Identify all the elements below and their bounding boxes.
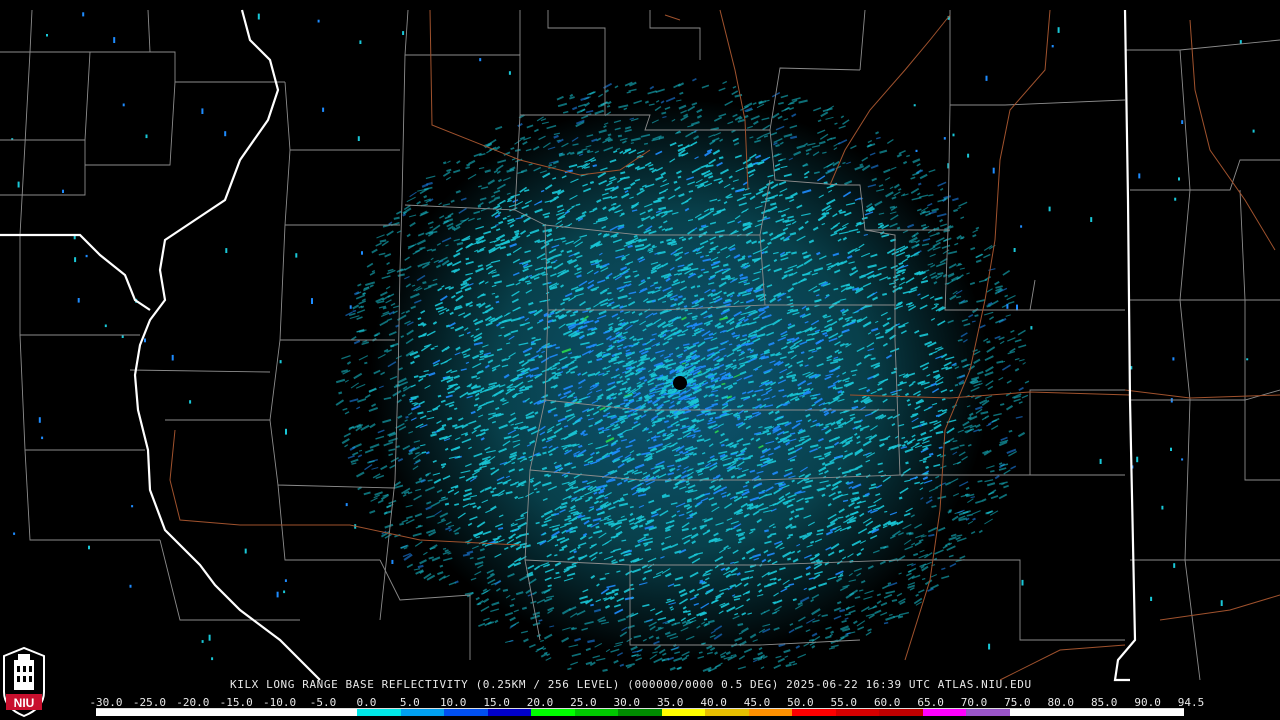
colorbar-segment [922,709,967,716]
colorbar-segment [139,709,184,716]
colorbar-segment [1140,709,1184,716]
colorbar-segment [357,709,401,716]
reflectivity-scale-labels: -30.0 -25.0 -20.0 -15.0 -10.0 -5.0 0.0 5.0 10.0 1… [89,696,1204,709]
colorbar-segment [444,709,488,716]
colorbar-segment [574,709,619,716]
colorbar-segment [705,709,749,716]
colorbar-segment [313,709,358,716]
colorbar-segment [879,709,923,716]
colorbar-segment [1053,709,1097,716]
niu-tower-icon: NIU [3,646,45,718]
colorbar-segment [792,709,836,716]
colorbar-segment [531,709,575,716]
logo-text: NIU [14,696,35,710]
colorbar-segment [1009,709,1054,716]
colorbar-segment [835,709,880,716]
colorbar-segment [183,709,227,716]
colorbar-segment [661,709,706,716]
colorbar-segment [400,709,445,716]
colorbar-segment [618,709,662,716]
colorbar-segment [1096,709,1141,716]
reflectivity-colorbar [96,708,1184,716]
product-caption: KILX LONG RANGE BASE REFLECTIVITY (0.25K… [230,678,1032,691]
colorbar-segment [96,709,140,716]
colorbar-segment [487,709,532,716]
radar-map [0,0,1280,720]
colorbar-segment [966,709,1010,716]
colorbar-segment [748,709,793,716]
colorbar-segment [270,709,314,716]
colorbar-segment [226,709,271,716]
